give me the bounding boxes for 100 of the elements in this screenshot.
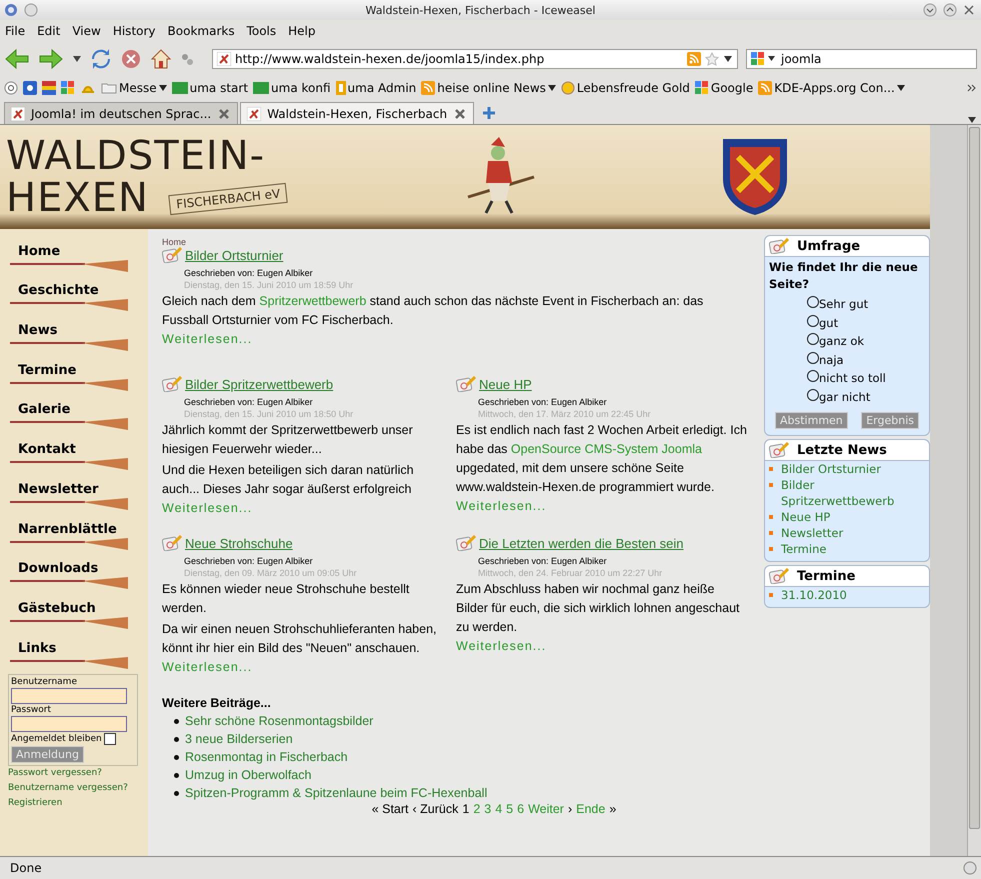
page-link[interactable]: Ende bbox=[576, 802, 606, 816]
nav-link[interactable]: Newsletter bbox=[10, 482, 148, 497]
scroll-thumb[interactable] bbox=[969, 127, 980, 829]
bookmark-item[interactable]: uma start bbox=[172, 81, 248, 95]
page-link[interactable]: Weiter bbox=[528, 802, 564, 816]
read-more-link[interactable]: Weiterlesen... bbox=[456, 499, 546, 513]
tab-list-icon[interactable] bbox=[967, 116, 977, 124]
menu-item[interactable]: Edit bbox=[37, 24, 60, 38]
nav-link[interactable]: Galerie bbox=[10, 402, 148, 418]
text-link[interactable]: Registrieren bbox=[8, 796, 148, 811]
text-link[interactable]: Benutzername vergessen? bbox=[8, 780, 148, 796]
close-icon[interactable] bbox=[453, 106, 468, 120]
breadcrumb[interactable]: Home bbox=[162, 237, 186, 247]
minimize-icon[interactable] bbox=[923, 3, 937, 17]
read-more-link[interactable]: Weiterlesen... bbox=[162, 332, 252, 346]
broom-icon bbox=[10, 656, 130, 670]
browser-tab[interactable]: Joomla! im deutschen Sprac... bbox=[4, 102, 238, 124]
text-link[interactable]: OpenSource CMS-System Joomla bbox=[510, 442, 702, 456]
page-link[interactable]: 5 bbox=[506, 802, 514, 816]
nav-link[interactable]: Links bbox=[10, 640, 148, 656]
poll-button[interactable]: Abstimmen bbox=[775, 412, 848, 429]
username-field[interactable] bbox=[11, 688, 127, 704]
radio-button[interactable] bbox=[807, 352, 819, 364]
article-link[interactable]: Sehr schöne Rosenmontagsbilder bbox=[185, 714, 374, 728]
headline-link[interactable]: Bilder Spritzerwettbewerb bbox=[781, 477, 901, 509]
radio-button[interactable] bbox=[807, 333, 819, 345]
checkbox[interactable] bbox=[104, 732, 116, 745]
poll-button[interactable]: Ergebnis bbox=[861, 412, 919, 429]
menu-item[interactable]: View bbox=[72, 24, 101, 38]
menu-item[interactable]: Help bbox=[288, 24, 316, 38]
article-link[interactable]: 3 neue Bilderserien bbox=[185, 732, 293, 746]
page-link[interactable]: 6 bbox=[517, 802, 524, 816]
bookmark-item[interactable]: Messe bbox=[101, 81, 167, 95]
headline-link[interactable]: Newsletter bbox=[781, 525, 901, 541]
headline-link[interactable]: Termine bbox=[781, 541, 901, 557]
article-link[interactable]: Rosenmontag in Fischerbach bbox=[185, 750, 348, 764]
nav-link[interactable]: Narrenblättle bbox=[10, 522, 148, 536]
menu-item[interactable]: History bbox=[112, 24, 156, 38]
read-more-link[interactable]: Weiterlesen... bbox=[456, 639, 546, 653]
bookmark-item[interactable]: uma Admin bbox=[336, 81, 416, 95]
nav-link[interactable]: Home bbox=[10, 244, 148, 259]
menu-item[interactable]: Tools bbox=[246, 24, 276, 38]
page-link[interactable]: 4 bbox=[495, 802, 502, 816]
chevron-icon[interactable] bbox=[967, 83, 977, 93]
dropdown-icon[interactable] bbox=[723, 55, 733, 63]
scrollbar[interactable] bbox=[967, 125, 981, 856]
nav-link[interactable]: Downloads bbox=[10, 561, 148, 576]
close-icon[interactable] bbox=[217, 106, 232, 120]
article-title-link[interactable]: Die Letzten werden die Besten sein bbox=[479, 536, 684, 550]
radio-button[interactable] bbox=[807, 370, 819, 382]
bookmark-item[interactable]: uma konfi bbox=[253, 81, 331, 95]
text-link[interactable]: Spritzerwettbewerb bbox=[259, 294, 366, 308]
bullet-icon bbox=[769, 547, 773, 551]
bookmark-item[interactable]: KDE-Apps.org Con... bbox=[758, 81, 905, 95]
maximize-icon[interactable] bbox=[943, 3, 957, 17]
headline-link[interactable]: Bilder Ortsturnier bbox=[781, 461, 901, 477]
login-button[interactable]: Anmeldung bbox=[11, 746, 84, 763]
notepad-icon bbox=[162, 535, 182, 551]
bookmark-item[interactable]: Google bbox=[694, 81, 754, 95]
new-tab-icon[interactable] bbox=[482, 106, 496, 120]
engine-icon[interactable] bbox=[751, 52, 777, 66]
event-link[interactable]: 31.10.2010 bbox=[781, 587, 901, 603]
home-icon[interactable] bbox=[150, 48, 172, 70]
browser-tab[interactable]: Waldstein-Hexen, Fischerbach bbox=[240, 102, 474, 124]
nav-link[interactable]: Termine bbox=[10, 362, 148, 378]
close-icon[interactable] bbox=[963, 4, 975, 16]
puzzle-icon[interactable] bbox=[61, 81, 75, 95]
page-link[interactable]: 3 bbox=[484, 802, 492, 816]
password-field[interactable] bbox=[11, 716, 127, 732]
nav-link[interactable]: Kontakt bbox=[10, 442, 148, 458]
radio-button[interactable] bbox=[807, 296, 819, 308]
star-icon[interactable] bbox=[705, 52, 719, 66]
search-field[interactable]: joomla bbox=[746, 49, 977, 69]
menu-item[interactable]: Bookmarks bbox=[168, 24, 235, 38]
bookmark-item[interactable]: heise online News bbox=[421, 81, 556, 95]
text-link[interactable]: Passwort vergessen? bbox=[8, 766, 148, 781]
article-link[interactable]: Umzug in Oberwolfach bbox=[185, 768, 312, 782]
article-title-link[interactable]: Bilder Ortsturnier bbox=[185, 248, 284, 262]
nav-link[interactable]: Gästebuch bbox=[10, 600, 148, 616]
back-icon[interactable] bbox=[4, 48, 30, 70]
radio-button[interactable] bbox=[807, 314, 819, 326]
headline-link[interactable]: Neue HP bbox=[781, 509, 901, 525]
forward-icon[interactable] bbox=[38, 48, 64, 70]
menu-item[interactable]: File bbox=[5, 24, 26, 38]
stop-icon[interactable] bbox=[120, 48, 142, 70]
address-field[interactable]: http://www.waldstein-hexen.de/joomla15/index.php bbox=[212, 49, 738, 69]
flag-icon[interactable] bbox=[42, 81, 56, 95]
article-title-link[interactable]: Bilder Spritzerwettbewerb bbox=[185, 376, 334, 392]
nav-link[interactable]: News bbox=[10, 323, 148, 338]
article-title-link[interactable]: Neue Strohschuhe bbox=[185, 536, 293, 550]
bookmark-item[interactable]: Lebensfreude Gold bbox=[560, 81, 690, 95]
page-link[interactable]: 2 bbox=[473, 802, 480, 816]
nav-link[interactable]: Geschichte bbox=[10, 283, 148, 298]
radio-button[interactable] bbox=[807, 388, 819, 400]
read-more-link[interactable]: Weiterlesen... bbox=[162, 660, 252, 674]
dropdown-icon[interactable] bbox=[72, 55, 82, 63]
read-more-link[interactable]: Weiterlesen... bbox=[162, 501, 252, 515]
article-link[interactable]: Spitzen-Programm & Spitzenlaune beim FC-Hexenball bbox=[185, 786, 488, 800]
article-title-link[interactable]: Neue HP bbox=[479, 376, 532, 392]
reload-icon[interactable] bbox=[90, 48, 112, 70]
